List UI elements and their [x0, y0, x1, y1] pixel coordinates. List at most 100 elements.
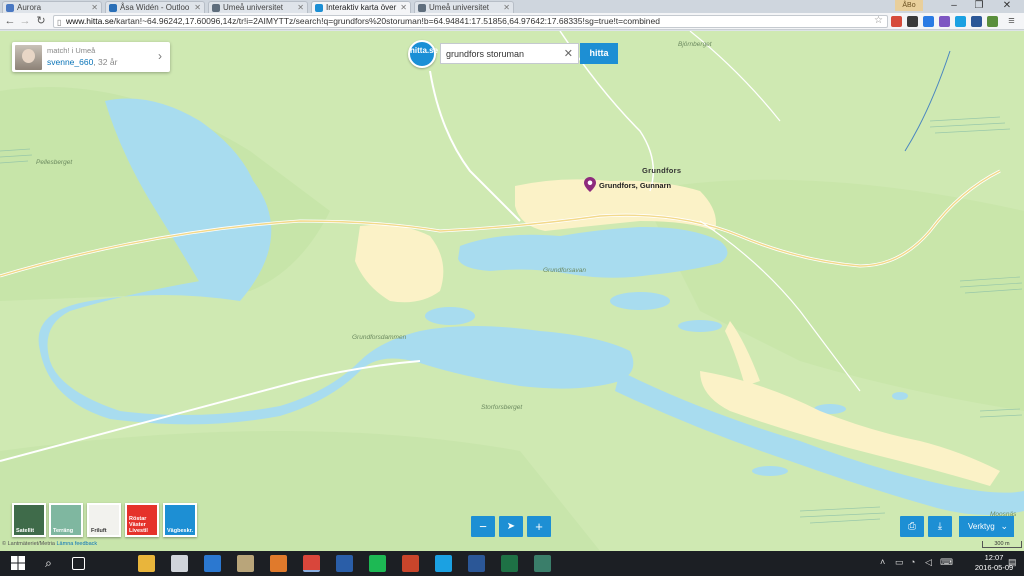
browser-tab[interactable]: Åsa Widén - Outloo ✕ — [105, 1, 205, 13]
address-bar[interactable]: ▯ www.hitta.se/kartan!~64.96242,17.60096… — [53, 15, 888, 28]
layer-label: Terräng — [53, 528, 74, 534]
tab-close-icon[interactable]: ✕ — [91, 2, 98, 13]
search-input[interactable] — [446, 47, 561, 61]
forward-icon[interactable]: → — [18, 14, 32, 28]
extension-icon-4[interactable] — [939, 16, 950, 27]
reload-icon[interactable]: ↻ — [34, 14, 48, 28]
search-button[interactable]: hitta — [580, 43, 618, 64]
tools-label: Verktyg — [968, 522, 995, 531]
task-view-icon[interactable] — [72, 557, 85, 570]
volume-icon[interactable]: ◁ — [925, 557, 932, 568]
network-icon[interactable]: ◔ — [910, 557, 915, 567]
bookmark-star-icon[interactable]: ☆ — [873, 15, 884, 26]
tab-label: Aurora — [17, 3, 42, 12]
skype-icon[interactable] — [435, 555, 452, 572]
extension-icon-5[interactable] — [971, 16, 982, 27]
browser-tab[interactable]: Umeå universitet ✕ — [208, 1, 308, 13]
browser-toolbar: ← → ↻ ▯ www.hitta.se/kartan!~64.96242,17… — [0, 13, 1024, 30]
battery-icon[interactable]: ▭ — [895, 557, 904, 568]
powerpoint-icon[interactable] — [402, 555, 419, 572]
tab-label: Umeå universitet — [429, 3, 490, 12]
page-info-icon[interactable]: ▯ — [57, 17, 61, 27]
edge-icon[interactable] — [204, 555, 221, 572]
locate-me-button[interactable]: ➤ — [499, 516, 523, 537]
map-label-bjornberget: Björnberget — [678, 41, 712, 48]
maximize-icon[interactable]: ❐ — [965, 0, 993, 13]
minimize-icon[interactable]: – — [940, 0, 968, 13]
layer-button[interactable]: Röstar Väster Livestil — [125, 503, 159, 537]
zoom-in-button[interactable]: + — [527, 516, 551, 537]
tray-expand-icon[interactable]: ˄ — [880, 557, 885, 567]
layer-button[interactable]: Satellit — [12, 503, 46, 537]
zoom-out-button[interactable]: − — [471, 516, 495, 537]
tab-close-icon[interactable]: ✕ — [297, 2, 304, 13]
chevron-right-icon[interactable]: › — [158, 49, 162, 63]
map-base-layer — [0, 31, 1024, 551]
tab-favicon-icon — [212, 4, 220, 12]
layer-label: Satellit — [16, 528, 35, 534]
start-icon[interactable] — [10, 555, 28, 572]
tab-favicon-icon — [109, 4, 117, 12]
extension-icon-6[interactable] — [987, 16, 998, 27]
avatar — [15, 45, 42, 70]
notes-icon[interactable] — [237, 555, 254, 572]
browser-tab[interactable]: Interaktiv karta över ✕ — [311, 1, 411, 13]
tab-favicon-icon — [418, 4, 426, 12]
map-label-grundforsavan: Grundforsavan — [543, 267, 586, 274]
tab-close-icon[interactable]: ✕ — [194, 2, 201, 13]
network-icon[interactable] — [336, 555, 353, 572]
search-icon[interactable]: ⌕ — [40, 555, 57, 572]
picasa-icon[interactable] — [270, 555, 287, 572]
layer-label: Friluft — [91, 528, 107, 534]
extension-icon-2[interactable] — [907, 16, 918, 27]
menu-icon[interactable]: ≡ — [1006, 16, 1017, 27]
word-icon[interactable] — [468, 555, 485, 572]
map-label-storforsberget: Storforsberget — [481, 404, 523, 411]
tools-dropdown-button[interactable]: Verktyg ⌄ — [959, 516, 1014, 537]
url-path: /kartan!~64.96242,17.60096,14z/tr!i=2AIM… — [113, 16, 660, 26]
username: svenne_660, 32 år — [47, 57, 118, 67]
layer-button[interactable]: Terräng — [49, 503, 83, 537]
skype-extension-icon[interactable] — [955, 16, 966, 27]
notifications-icon[interactable]: ▤ — [1008, 557, 1017, 568]
tab-favicon-icon — [6, 4, 14, 12]
tab-close-icon[interactable]: ✕ — [400, 2, 407, 13]
file-explorer-icon[interactable] — [138, 555, 155, 572]
url-host: www.hitta.se — [66, 16, 114, 26]
layer-button[interactable]: Vägbeskr. — [163, 503, 197, 537]
pin-label: Grundfors, Gunnarn — [599, 181, 672, 190]
tab-label: Interaktiv karta över — [326, 3, 397, 12]
chevron-down-icon: ⌄ — [1000, 521, 1008, 531]
hitta-logo[interactable]: hitta.se — [408, 40, 438, 68]
scale-bar: 300 m — [982, 541, 1022, 548]
browser-tab[interactable]: Aurora ✕ — [2, 1, 102, 13]
browser-profile-badge[interactable]: ÅBo — [895, 0, 923, 11]
layer-button[interactable]: Friluft — [87, 503, 121, 537]
close-window-icon[interactable]: ✕ — [993, 0, 1021, 13]
extension-icon-1[interactable] — [891, 16, 902, 27]
excel-icon[interactable] — [501, 555, 518, 572]
map-attribution: © Lantmäteriet/Metria Lämna feedback — [2, 541, 98, 547]
tab-label: Umeå universitet — [223, 3, 284, 12]
store-icon[interactable] — [171, 555, 188, 572]
search-app-icon[interactable] — [534, 555, 551, 572]
location-pin-icon[interactable] — [584, 177, 596, 192]
match-text: match! i Umeå — [47, 46, 96, 55]
tab-close-icon[interactable]: ✕ — [503, 2, 510, 13]
back-icon[interactable]: ← — [3, 14, 17, 28]
layer-label: Vägbeskr. — [167, 528, 193, 534]
feedback-link[interactable]: Lämna feedback — [57, 541, 98, 547]
browser-tab[interactable]: Umeå universitet ✕ — [414, 1, 514, 13]
download-button[interactable]: ⤓ — [928, 516, 952, 537]
extension-icon-3[interactable] — [923, 16, 934, 27]
spotify-icon[interactable] — [369, 555, 386, 572]
tab-label: Åsa Widén - Outloo — [120, 3, 190, 12]
clear-search-icon[interactable]: ✕ — [564, 47, 573, 60]
user-profile-card[interactable]: match! i Umeå svenne_660, 32 år › — [12, 42, 170, 72]
map-label-town: Grundfors — [642, 166, 682, 175]
language-icon[interactable]: ⌨ — [940, 557, 953, 568]
chrome-icon[interactable] — [303, 555, 320, 572]
search-box[interactable]: ✕ — [440, 43, 579, 64]
map-canvas[interactable]: Björnberget Pellesberget Grundforsavan G… — [0, 31, 1024, 551]
print-button[interactable]: ⎙ — [900, 516, 924, 537]
